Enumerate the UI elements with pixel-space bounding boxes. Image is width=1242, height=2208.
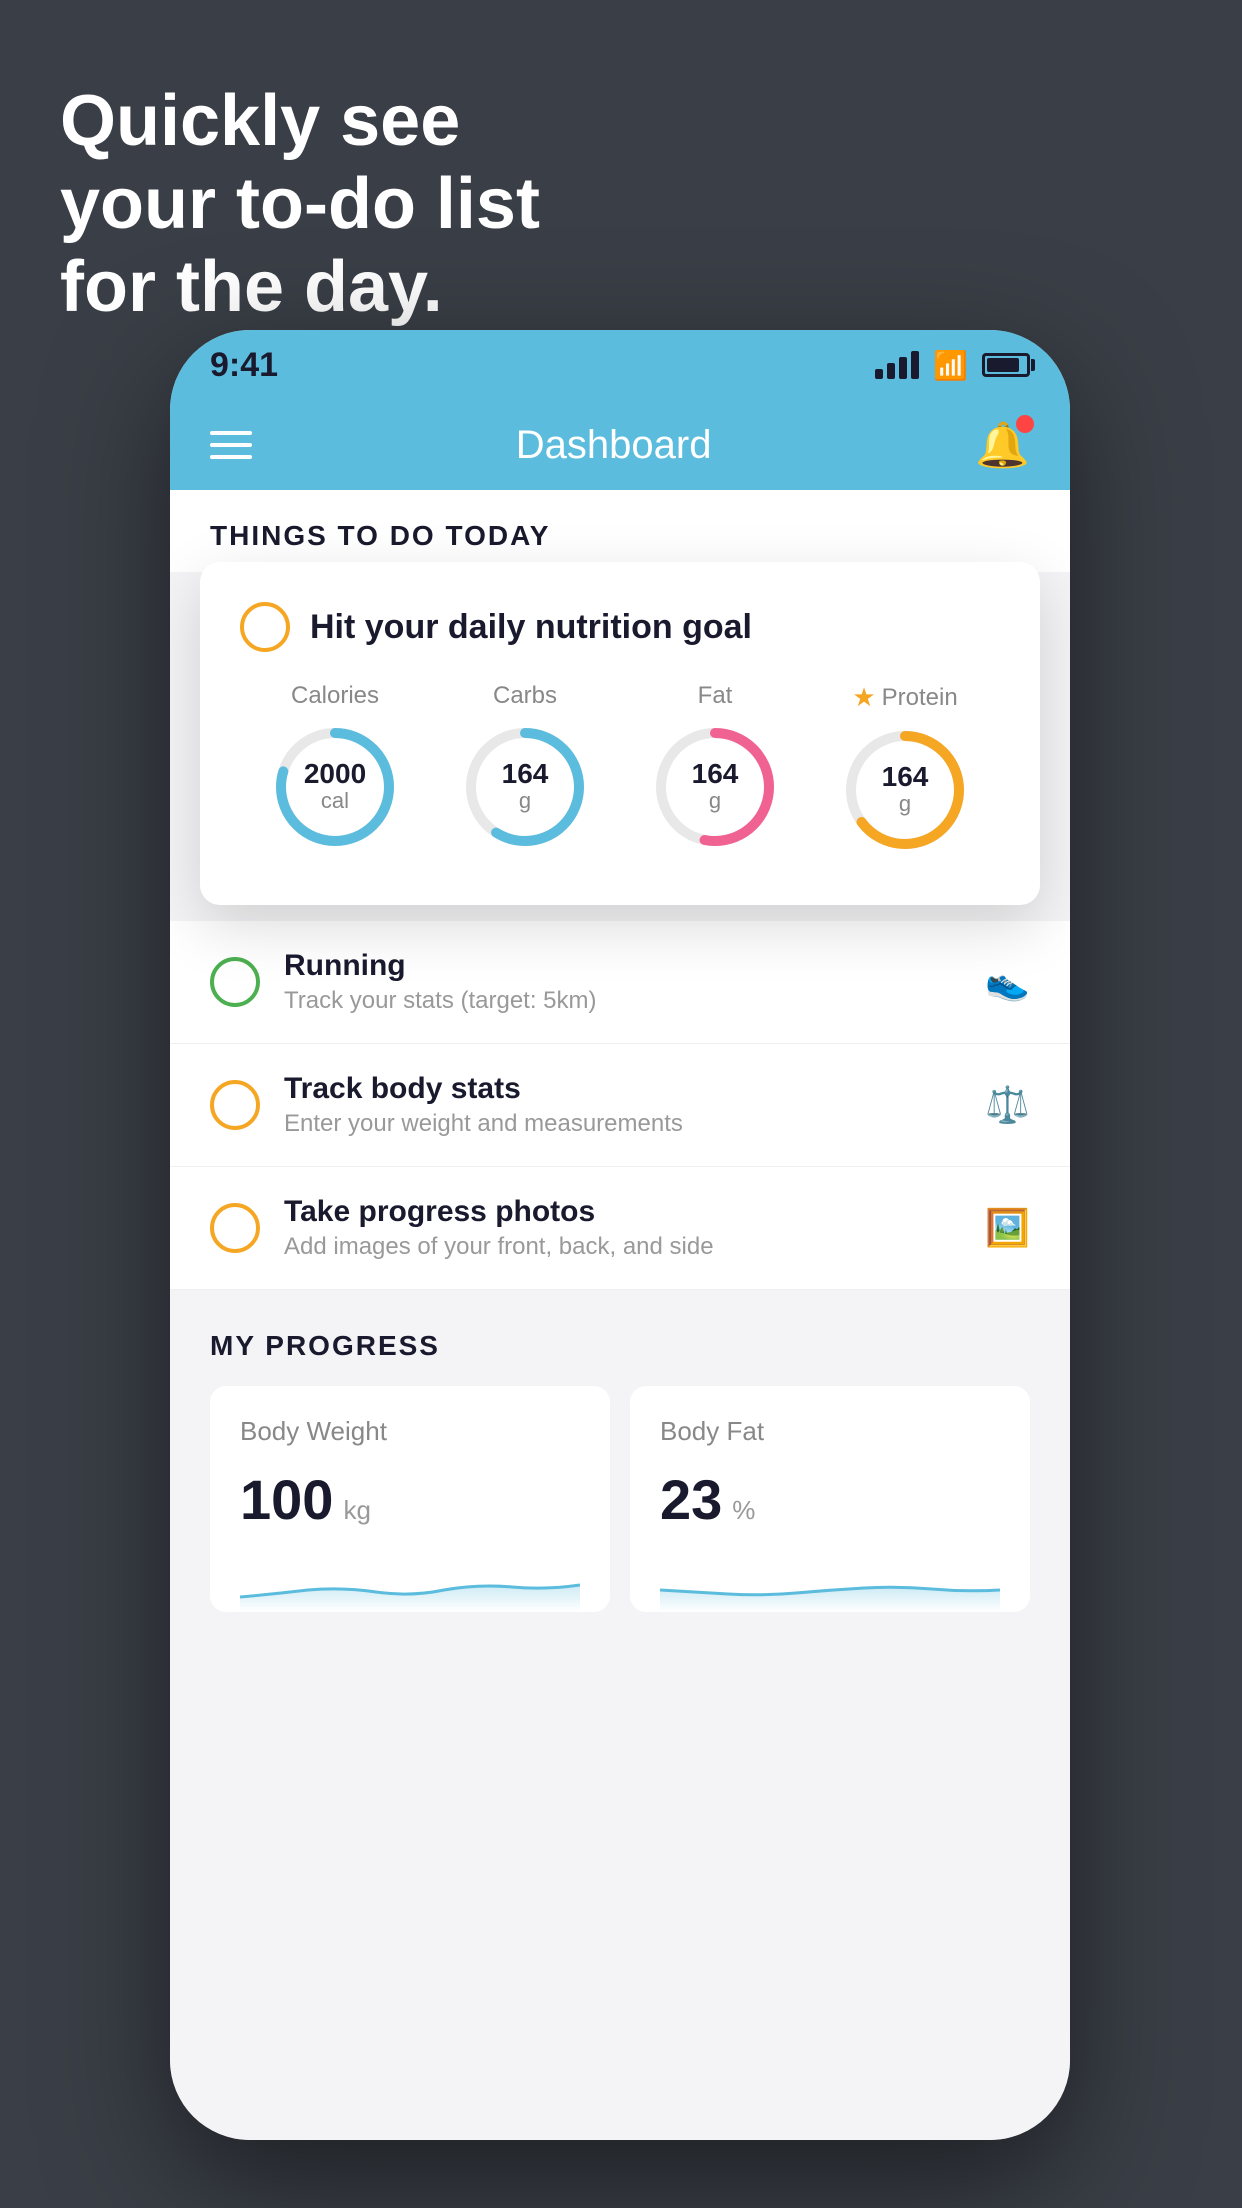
calories-unit: cal (304, 788, 366, 814)
body-stats-text: Track body stats Enter your weight and m… (284, 1072, 961, 1138)
nutrition-rings-row: Calories 2000 cal Carbs (240, 682, 1000, 855)
body-fat-unit: % (732, 1495, 755, 1526)
body-stats-checkbox[interactable] (210, 1080, 260, 1130)
running-shoe-icon: 👟 (985, 961, 1030, 1003)
photos-text: Take progress photos Add images of your … (284, 1195, 961, 1261)
body-fat-card[interactable]: Body Fat 23 % (630, 1386, 1030, 1612)
body-weight-chart (240, 1552, 580, 1612)
my-progress-section: MY PROGRESS Body Weight 100 kg (170, 1330, 1070, 1612)
photos-title: Take progress photos (284, 1195, 961, 1229)
content-area: THINGS TO DO TODAY Hit your daily nutrit… (170, 490, 1070, 2140)
photos-checkbox[interactable] (210, 1203, 260, 1253)
body-weight-label: Body Weight (240, 1416, 580, 1447)
carbs-unit: g (502, 788, 549, 814)
star-icon: ★ (852, 682, 875, 713)
fat-unit: g (692, 788, 739, 814)
photos-subtitle: Add images of your front, back, and side (284, 1233, 961, 1261)
progress-section-title: MY PROGRESS (210, 1330, 1030, 1362)
nav-title: Dashboard (516, 423, 712, 468)
notification-bell-icon[interactable]: 🔔 (975, 419, 1030, 471)
running-title: Running (284, 949, 961, 983)
section-title: THINGS TO DO TODAY (210, 520, 1030, 552)
nutrition-card-title: Hit your daily nutrition goal (310, 608, 752, 647)
progress-cards-row: Body Weight 100 kg (210, 1386, 1030, 1612)
carbs-label: Carbs (493, 682, 557, 710)
signal-icon (875, 351, 919, 379)
nav-bar: Dashboard 🔔 (170, 400, 1070, 490)
nutrition-checkbox[interactable] (240, 602, 290, 652)
body-fat-label: Body Fat (660, 1416, 1000, 1447)
nutrition-card[interactable]: Hit your daily nutrition goal Calories 2… (200, 562, 1040, 905)
fat-value: 164 (692, 760, 739, 788)
running-text: Running Track your stats (target: 5km) (284, 949, 961, 1015)
battery-icon (982, 353, 1030, 377)
wifi-icon: 📶 (933, 349, 968, 382)
nutrition-card-title-row: Hit your daily nutrition goal (240, 602, 1000, 652)
body-weight-value-row: 100 kg (240, 1467, 580, 1532)
running-checkbox[interactable] (210, 957, 260, 1007)
body-weight-unit: kg (343, 1495, 370, 1526)
todo-list: Running Track your stats (target: 5km) 👟… (170, 921, 1070, 1290)
calories-label: Calories (291, 682, 379, 710)
body-weight-card[interactable]: Body Weight 100 kg (210, 1386, 610, 1612)
body-stats-subtitle: Enter your weight and measurements (284, 1110, 961, 1138)
running-subtitle: Track your stats (target: 5km) (284, 987, 961, 1015)
headline: Quickly see your to-do list for the day. (60, 80, 540, 328)
todo-item-photos[interactable]: Take progress photos Add images of your … (170, 1167, 1070, 1290)
carbs-value: 164 (502, 760, 549, 788)
protein-value: 164 (882, 763, 929, 791)
status-time: 9:41 (210, 346, 278, 385)
things-to-do-header: THINGS TO DO TODAY (170, 490, 1070, 572)
calories-ring-item: Calories 2000 cal (270, 682, 400, 852)
calories-ring: 2000 cal (270, 722, 400, 852)
body-fat-chart (660, 1552, 1000, 1612)
phone-frame: 9:41 📶 Dashboard 🔔 THINGS TO DO TODAY (170, 330, 1070, 2140)
hamburger-menu[interactable] (210, 431, 252, 459)
todo-item-body-stats[interactable]: Track body stats Enter your weight and m… (170, 1044, 1070, 1167)
fat-label: Fat (698, 682, 733, 710)
carbs-ring-item: Carbs 164 g (460, 682, 590, 852)
calories-value: 2000 (304, 760, 366, 788)
todo-item-running[interactable]: Running Track your stats (target: 5km) 👟 (170, 921, 1070, 1044)
body-fat-value-row: 23 % (660, 1467, 1000, 1532)
notification-dot (1016, 415, 1034, 433)
carbs-ring: 164 g (460, 722, 590, 852)
scale-icon: ⚖️ (985, 1084, 1030, 1126)
protein-ring: 164 g (840, 725, 970, 855)
status-icons: 📶 (875, 349, 1030, 382)
body-stats-title: Track body stats (284, 1072, 961, 1106)
portrait-icon: 🖼️ (985, 1207, 1030, 1249)
fat-ring-item: Fat 164 g (650, 682, 780, 852)
fat-ring: 164 g (650, 722, 780, 852)
body-weight-value: 100 (240, 1467, 333, 1532)
body-fat-value: 23 (660, 1467, 722, 1532)
protein-unit: g (882, 791, 929, 817)
protein-label: ★ Protein (852, 682, 957, 713)
protein-ring-item: ★ Protein 164 g (840, 682, 970, 855)
status-bar: 9:41 📶 (170, 330, 1070, 400)
